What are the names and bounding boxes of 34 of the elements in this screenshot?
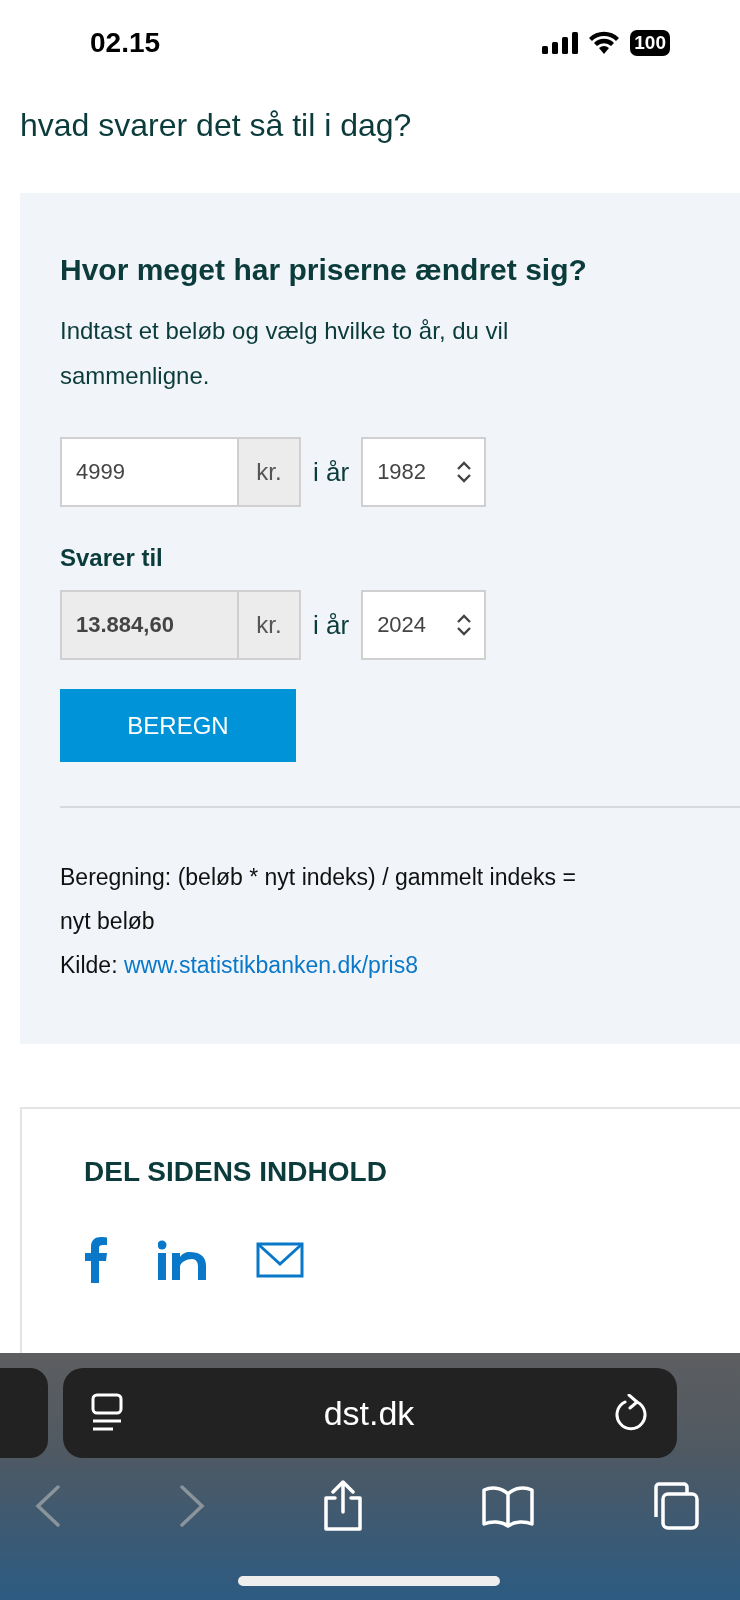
wifi-icon [588, 30, 621, 55]
status-time: 02.15 [90, 26, 161, 59]
reader-icon [91, 1393, 123, 1433]
calculator-description: Indtast et beløb og vælg hvilke to år, du vil sammenligne. [60, 316, 510, 391]
year-label: i år [313, 456, 350, 488]
previous-tab[interactable] [0, 1368, 48, 1458]
signal-icon [542, 31, 579, 54]
book-icon [480, 1484, 535, 1528]
reload-icon[interactable] [615, 1394, 649, 1432]
calculator-title: Hvor meget har priserne ændret sig? [60, 252, 588, 288]
result-label: Svarer til [60, 543, 164, 573]
battery-level: 100 [630, 29, 670, 56]
facebook-icon[interactable] [84, 1237, 108, 1283]
address-bar[interactable]: dst.dk [63, 1368, 677, 1458]
share-title: DEL SIDENS INDHOLD [84, 1155, 388, 1189]
formula-text: Beregning: (beløb * nyt indeks) / gammelt indeks = nyt beløb [60, 863, 577, 936]
mail-icon[interactable] [256, 1242, 304, 1278]
forward-icon [177, 1484, 206, 1528]
source-label: Kilde: [60, 952, 118, 978]
currency-label: kr. [237, 590, 301, 660]
currency-label: kr. [237, 437, 301, 507]
stepper-icon [456, 614, 473, 636]
result-field[interactable]: 13.884,60 [60, 590, 237, 660]
url-text: dst.dk [323, 1393, 415, 1433]
intro-text: hvad svarer det så til i dag? [20, 106, 413, 145]
year-select[interactable]: 1982 [361, 437, 487, 507]
linkedin-icon[interactable] [158, 1240, 206, 1280]
year-label: i år [313, 609, 350, 641]
back-icon [34, 1484, 62, 1528]
amount-field[interactable]: 4999 [60, 437, 237, 507]
year-select[interactable]: 2024 [361, 590, 487, 660]
stepper-icon [456, 461, 473, 483]
source-link[interactable]: www.statistikbanken.dk/pris8 [123, 952, 418, 978]
share-icon [321, 1480, 365, 1532]
